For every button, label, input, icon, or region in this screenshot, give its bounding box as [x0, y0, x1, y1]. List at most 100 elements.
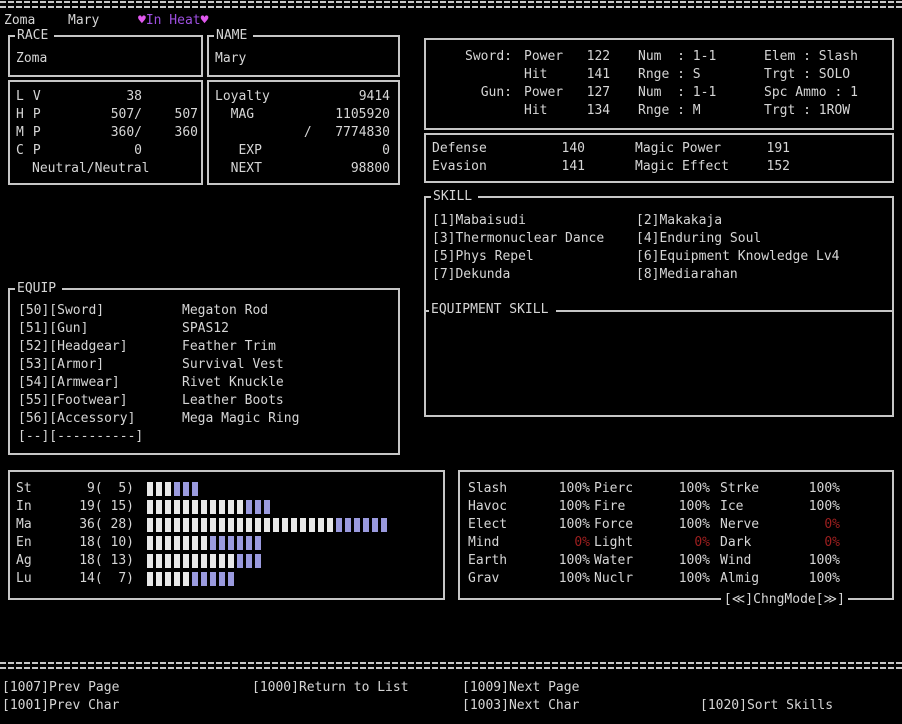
- stat-bar-label: Lu: [16, 570, 46, 588]
- stat-bar-segment-base: [201, 518, 207, 532]
- resistance-rows: Slash100%Pierc100%Strke100%Havoc100%Fire…: [460, 472, 892, 588]
- command-next-char[interactable]: [1003]Next Char: [462, 697, 579, 715]
- defense-stat-cell: Magic Effect: [635, 158, 741, 176]
- heart-icon: ♥: [201, 13, 209, 28]
- equip-slot: [56][Accessory]: [18, 410, 182, 428]
- stat-bar-row: Lu14( 7): [16, 570, 443, 588]
- stat-bar-segment-base: [165, 500, 171, 514]
- stat-bar-segment-bonus: [246, 536, 252, 550]
- stat-bar-segment-bonus: [183, 482, 189, 496]
- resource-value: / 7774830: [215, 124, 390, 142]
- resist-name: Light: [594, 534, 654, 552]
- stat-bar-segment-base: [201, 536, 207, 550]
- stat-bar-label: Ag: [16, 552, 46, 570]
- stat-bar-segment-bonus: [255, 536, 261, 550]
- stat-bar-segment-base: [156, 554, 162, 568]
- stat-bar-rows: St9( 5)In19( 15)Ma36( 28)En18( 10)Ag18( …: [10, 472, 443, 588]
- stat-bar-value: 14( 7): [46, 570, 134, 588]
- equip-row[interactable]: [55][Footwear]Leather Boots: [18, 392, 398, 410]
- skill-item[interactable]: [8]Mediarahan: [636, 266, 892, 284]
- skill-item[interactable]: [1]Mabaisudi: [432, 212, 636, 230]
- stat-bar-segment-base: [147, 572, 153, 586]
- equip-item-name: Leather Boots: [182, 392, 284, 410]
- stat-bar-segment-base: [192, 518, 198, 532]
- skill-item[interactable]: [3]Thermonuclear Dance: [432, 230, 636, 248]
- resist-name: Nerve: [720, 516, 778, 534]
- stat-bar-segment-base: [147, 554, 153, 568]
- equip-row[interactable]: [50][Sword]Megaton Rod: [18, 302, 398, 320]
- stat-bar-segment-base: [219, 500, 225, 514]
- command-prev-char[interactable]: [1001]Prev Char: [2, 697, 119, 715]
- equip-row[interactable]: [51][Gun]SPAS12: [18, 320, 398, 338]
- equip-item-name: Mega Magic Ring: [182, 410, 299, 428]
- resource-label: NEXT: [215, 160, 262, 178]
- equip-row[interactable]: [53][Armor]Survival Vest: [18, 356, 398, 374]
- weapon-stats-box: Sword:Power 122Num : 1-1Elem : SlashHit …: [424, 38, 894, 130]
- command-next-page[interactable]: [1009]Next Page: [462, 679, 579, 697]
- command-sort-skills[interactable]: [1020]Sort Skills: [700, 697, 833, 715]
- skill-item[interactable]: [5]Phys Repel: [432, 248, 636, 266]
- weapon-stat-cell: Num : 1-1: [638, 48, 764, 66]
- skill-item[interactable]: [4]Enduring Soul: [636, 230, 892, 248]
- stat-bar-segment-base: [174, 518, 180, 532]
- name-box: NAME Mary: [207, 35, 400, 77]
- stat-bar: [147, 500, 270, 514]
- stat-bar-segment-base: [273, 518, 279, 532]
- stat-bar-segment-base: [219, 554, 225, 568]
- stat-bar-segment-base: [210, 554, 216, 568]
- stat-bar-segment-base: [228, 554, 234, 568]
- stat-value-max: 507: [142, 106, 198, 124]
- stat-bars-box: St9( 5)In19( 15)Ma36( 28)En18( 10)Ag18( …: [8, 470, 445, 600]
- command-return-to-list[interactable]: [1000]Return to List: [252, 679, 409, 697]
- resist-row: Grav100%Nuclr100%Almig100%: [468, 570, 892, 588]
- stat-bar-segment-base: [210, 518, 216, 532]
- defense-stat-rows: Defense140Magic Power191Evasion141Magic …: [426, 135, 892, 176]
- stat-bar-segment-bonus: [354, 518, 360, 532]
- stat-bar-segment-base: [183, 536, 189, 550]
- defense-stat-cell: Evasion: [432, 158, 518, 176]
- skill-item[interactable]: [2]Makakaja: [636, 212, 892, 230]
- defense-stats-box: Defense140Magic Power191Evasion141Magic …: [424, 133, 894, 183]
- defense-stat-cell: 140: [518, 140, 585, 158]
- stat-value-max: 360: [142, 124, 198, 142]
- stat-bar-segment-bonus: [219, 572, 225, 586]
- stat-bar: [147, 554, 261, 568]
- stat-bar-segment-bonus: [237, 554, 243, 568]
- equip-row[interactable]: [52][Headgear]Feather Trim: [18, 338, 398, 356]
- command-prev-page[interactable]: [1007]Prev Page: [2, 679, 119, 697]
- resource-value: 0: [262, 142, 390, 160]
- separator-bottom: [0, 662, 902, 670]
- resist-name: Pierc: [594, 480, 654, 498]
- change-mode-control[interactable]: [≪]ChngMode[≫]: [721, 591, 848, 609]
- resource-label: Loyalty: [215, 88, 270, 106]
- stat-bar-segment-bonus: [201, 572, 207, 586]
- resist-value: 100%: [654, 570, 710, 588]
- resist-name: Grav: [468, 570, 532, 588]
- skill-item[interactable]: [6]Equipment Knowledge Lv4: [636, 248, 892, 266]
- skill-list: [1]Mabaisudi[2]Makakaja[3]Thermonuclear …: [426, 198, 892, 284]
- stat-bar-segment-bonus: [192, 572, 198, 586]
- stat-bar-segment-bonus: [372, 518, 378, 532]
- stat-bar-segment-base: [183, 500, 189, 514]
- race-box: RACE Zoma: [8, 35, 203, 77]
- resource-label: MAG: [215, 106, 254, 124]
- resource-row: EXP0: [215, 142, 390, 160]
- stat-bar-row: Ag18( 13): [16, 552, 443, 570]
- stat-bar-segment-bonus: [192, 482, 198, 496]
- equip-item-name: Survival Vest: [182, 356, 284, 374]
- equip-row[interactable]: [--][----------]: [18, 428, 398, 446]
- stat-row: MP360/360: [16, 124, 201, 142]
- resource-label: EXP: [215, 142, 262, 160]
- resist-value: 100%: [532, 570, 590, 588]
- stat-bar-label: En: [16, 534, 46, 552]
- equip-row[interactable]: [54][Armwear]Rivet Knuckle: [18, 374, 398, 392]
- weapon-stat-cell: Trgt : SOLO: [764, 66, 892, 84]
- stat-bar-segment-base: [237, 500, 243, 514]
- resist-value: 100%: [654, 552, 710, 570]
- resist-value: 0%: [778, 516, 840, 534]
- stat-bar-segment-base: [201, 554, 207, 568]
- equip-slot: [52][Headgear]: [18, 338, 182, 356]
- skill-item[interactable]: [7]Dekunda: [432, 266, 636, 284]
- equip-row[interactable]: [56][Accessory]Mega Magic Ring: [18, 410, 398, 428]
- equip-slot: [--][----------]: [18, 428, 182, 446]
